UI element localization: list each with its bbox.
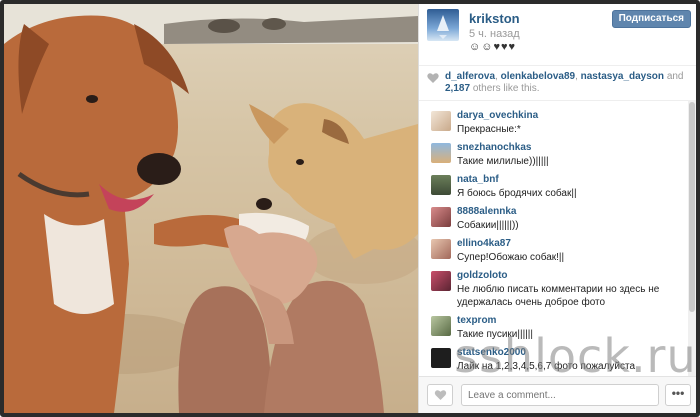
liker-link[interactable]: olenkabelova89 <box>501 71 575 82</box>
comment-username[interactable]: 8888alennka <box>457 206 517 217</box>
scrollbar-thumb[interactable] <box>689 102 695 312</box>
instagram-post-frame: krikston 5 ч. назад ☺☺♥♥♥ Подписаться d_… <box>0 0 700 417</box>
dogs-photo-illustration <box>4 4 418 413</box>
avatar[interactable] <box>431 239 451 259</box>
post-photo[interactable] <box>4 4 418 413</box>
post-timestamp: 5 ч. назад <box>469 28 520 40</box>
comment-username[interactable]: darya_ovechkina <box>457 110 538 121</box>
post-caption: ☺☺♥♥♥ <box>469 41 517 53</box>
post-header: krikston 5 ч. назад ☺☺♥♥♥ Подписаться <box>419 4 696 66</box>
comment-username[interactable]: statsenko2000 <box>457 347 526 358</box>
likes-text: d_alferova, olenkabelova89, nastasya_day… <box>445 71 684 94</box>
like-button[interactable] <box>427 384 453 406</box>
comment-username[interactable]: goldzoloto <box>457 270 508 281</box>
heart-icon <box>434 390 447 400</box>
comments-list: darya_ovechkina Прекрасные:* snezhanochk… <box>419 104 689 372</box>
comment-text: Такие пусики|||||| <box>457 329 533 340</box>
comment-text: Прекрасные:* <box>457 124 521 135</box>
comment-text: Собакии||||||)) <box>457 220 519 231</box>
comment-text: Не люблю писать комментарии но здесь не … <box>457 284 660 308</box>
comment-username[interactable]: texprom <box>457 315 496 326</box>
comment-text: Я боюсь бродячих собак|| <box>457 188 577 199</box>
avatar[interactable] <box>431 316 451 336</box>
liker-link[interactable]: nastasya_dayson <box>581 71 664 82</box>
follow-button[interactable]: Подписаться <box>611 10 691 28</box>
comment-text: Лайк на 1,2,3,4,5,6,7 фото пожалуйста <box>457 361 636 372</box>
avatar[interactable] <box>431 143 451 163</box>
avatar[interactable] <box>431 207 451 227</box>
ellipsis-icon[interactable]: ••• <box>665 384 691 406</box>
avatar[interactable] <box>431 348 451 368</box>
post-side-panel: krikston 5 ч. назад ☺☺♥♥♥ Подписаться d_… <box>418 4 696 413</box>
comment-composer: ••• <box>419 376 696 413</box>
avatar-image <box>437 15 449 39</box>
comment-text: Такие милилые))||||| <box>457 156 549 167</box>
comment-username[interactable]: nata_bnf <box>457 174 499 185</box>
post-username[interactable]: krikston <box>469 11 520 26</box>
comments-scrollbar[interactable] <box>688 100 696 376</box>
heart-icon <box>427 73 439 83</box>
avatar[interactable] <box>431 175 451 195</box>
comment-username[interactable]: snezhanochkas <box>457 142 531 153</box>
likes-and: and <box>666 71 684 82</box>
avatar[interactable] <box>427 9 459 41</box>
likes-summary: d_alferova, olenkabelova89, nastasya_day… <box>419 67 696 101</box>
comment-input[interactable] <box>461 384 659 406</box>
liker-link[interactable]: d_alferova <box>445 71 495 82</box>
comment-text: Супер!Обожаю собак!|| <box>457 252 565 263</box>
avatar[interactable] <box>431 271 451 291</box>
likes-suffix: others like this. <box>472 83 540 94</box>
comment-username[interactable]: ellino4ka87 <box>457 238 511 249</box>
avatar[interactable] <box>431 111 451 131</box>
likes-count[interactable]: 2,187 <box>445 83 470 94</box>
